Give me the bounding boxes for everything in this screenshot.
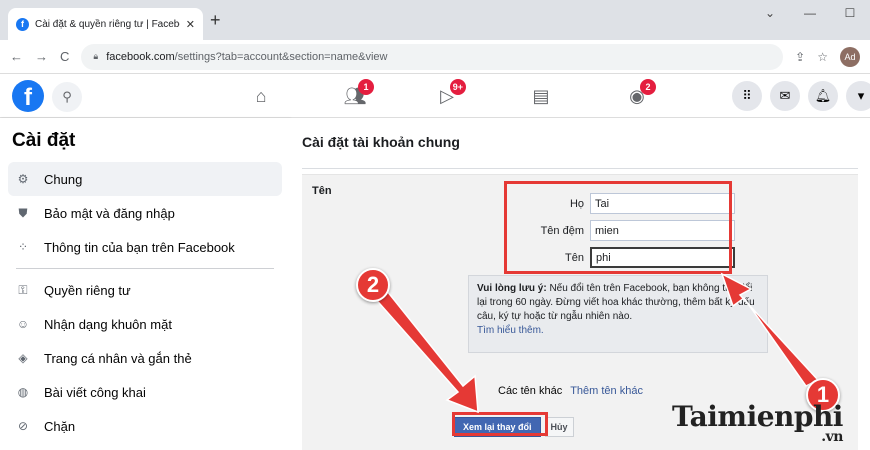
page-title: Cài đặt tài khoản chung — [302, 134, 460, 150]
sidebar-item-privacy[interactable]: ⚿ Quyền riêng tư — [8, 273, 282, 307]
face-icon: ☺ — [16, 317, 30, 331]
share-icon[interactable]: ⇪ — [795, 50, 805, 64]
new-tab-button[interactable]: + — [210, 10, 221, 31]
review-button-highlight — [452, 412, 548, 436]
block-user-icon: ⊘ — [17, 419, 29, 433]
profile-avatar[interactable]: Ad — [840, 46, 860, 67]
globe-icon: ◍ — [17, 385, 29, 399]
other-names-label: Các tên khác — [498, 385, 563, 397]
sidebar-item-label: Bảo mật và đăng nhập — [44, 205, 175, 221]
marketplace-icon[interactable]: ▤ — [526, 82, 556, 110]
facebook-favicon-icon: f — [16, 17, 29, 31]
home-icon[interactable]: ⌂ — [246, 82, 276, 110]
shield-icon: ⛊ — [18, 205, 28, 220]
divider — [16, 268, 274, 269]
sidebar-item-label: Thông tin của bạn trên Facebook — [44, 239, 235, 255]
divider — [302, 168, 858, 169]
browser-tab-bar: f Cài đặt & quyền riêng tư | Facebook ✕ … — [0, 0, 870, 40]
name-change-notice: Vui lòng lưu ý: Nếu đổi tên trên Faceboo… — [468, 275, 768, 353]
bookmark-star-icon[interactable]: ☆ — [817, 50, 828, 64]
cancel-button[interactable]: Hủy — [544, 417, 574, 437]
sidebar-item-your-info[interactable]: ⁘ Thông tin của bạn trên Facebook — [8, 230, 282, 264]
back-icon[interactable]: ← — [10, 49, 23, 64]
watch-icon[interactable]: ▷ 9+ — [432, 79, 466, 110]
sidebar-item-blocking[interactable]: ⊘ Chặn — [8, 409, 282, 443]
friends-badge: 1 — [358, 79, 374, 95]
sidebar-item-label: Chặn — [44, 418, 76, 434]
sidebar-item-label: Quyền riêng tư — [44, 282, 131, 298]
menu-grid-icon[interactable]: ⠿ — [732, 81, 762, 111]
tab-search-icon[interactable]: ⌄ — [750, 0, 790, 30]
window-controls: ⌄ — ☐ — [750, 0, 870, 30]
friends-icon[interactable]: 👥︎ 1 — [340, 79, 374, 110]
browser-tab[interactable]: f Cài đặt & quyền riêng tư | Facebook ✕ — [8, 8, 203, 40]
minimize-button[interactable]: — — [790, 0, 830, 30]
sidebar-item-label: Nhận dạng khuôn mặt — [44, 316, 172, 332]
name-fields-highlight — [504, 181, 732, 274]
gear-icon: ⚙ — [17, 172, 29, 186]
groups-badge: 2 — [640, 79, 656, 95]
tab-title: Cài đặt & quyền riêng tư | Facebook — [35, 18, 180, 30]
sidebar-title: Cài đặt — [12, 130, 76, 151]
watch-badge: 9+ — [449, 79, 466, 95]
maximize-button[interactable]: ☐ — [830, 0, 870, 30]
reload-icon[interactable]: C — [60, 49, 69, 64]
watermark-text: Taimienphi — [672, 400, 843, 433]
sidebar-item-label: Bài viết công khai — [44, 384, 146, 400]
sidebar-item-security[interactable]: ⛊ Bảo mật và đăng nhập — [8, 196, 282, 230]
account-dropdown-icon[interactable]: ▾ — [846, 81, 870, 111]
url-host: facebook.com — [106, 50, 175, 63]
groups-icon[interactable]: ◉ 2 — [622, 79, 656, 110]
step-marker-2: 2 — [356, 268, 390, 302]
settings-sidebar: Cài đặt ⚙ Chung ⛊ Bảo mật và đăng nhập ⁘… — [0, 118, 290, 450]
other-names-row: Các tên khác Thêm tên khác — [498, 385, 643, 397]
grid-icon: ⁘ — [17, 240, 29, 254]
learn-more-link[interactable]: Tìm hiểu thêm. — [477, 324, 759, 338]
sidebar-item-face-recognition[interactable]: ☺ Nhận dạng khuôn mặt — [8, 307, 282, 341]
facebook-topbar: f ⚲ ⌂ 👥︎ 1 ▷ 9+ ▤ ◉ 2 ⠿ ✉ 🔔︎ ▾ — [0, 74, 870, 118]
sidebar-item-general[interactable]: ⚙ Chung — [8, 162, 282, 196]
close-tab-icon[interactable]: ✕ — [186, 18, 195, 31]
add-other-name-link[interactable]: Thêm tên khác — [570, 385, 643, 397]
toolbar-right: ⇪ ☆ Ad — [795, 46, 860, 67]
notifications-bell-icon[interactable]: 🔔︎ — [808, 81, 838, 111]
tag-icon: ◈ — [18, 351, 28, 365]
sidebar-item-public-posts[interactable]: ◍ Bài viết công khai — [8, 375, 282, 409]
url-field[interactable]: 🔒︎ facebook.com/settings?tab=account&sec… — [81, 43, 784, 70]
lock-icon: 🔒︎ — [93, 51, 99, 61]
notice-title: Vui lòng lưu ý: — [477, 283, 547, 294]
sidebar-item-label: Chung — [44, 171, 83, 187]
section-label: Tên — [312, 185, 332, 197]
url-path: /settings?tab=account&section=name&view — [174, 50, 388, 63]
lock-icon: ⚿ — [18, 282, 28, 297]
sidebar-item-label: Trang cá nhân và gắn thẻ — [44, 350, 192, 366]
sidebar-item-profile-tagging[interactable]: ◈ Trang cá nhân và gắn thẻ — [8, 341, 282, 375]
watermark-suffix: .vn — [821, 429, 843, 445]
address-bar-row: ← → C 🔒︎ facebook.com/settings?tab=accou… — [0, 40, 870, 74]
forward-icon[interactable]: → — [35, 49, 48, 64]
facebook-logo-icon[interactable]: f — [12, 80, 44, 112]
search-icon[interactable]: ⚲ — [52, 82, 82, 112]
watermark-logo: Taimienphi .vn — [672, 400, 843, 445]
messenger-icon[interactable]: ✉ — [770, 81, 800, 111]
